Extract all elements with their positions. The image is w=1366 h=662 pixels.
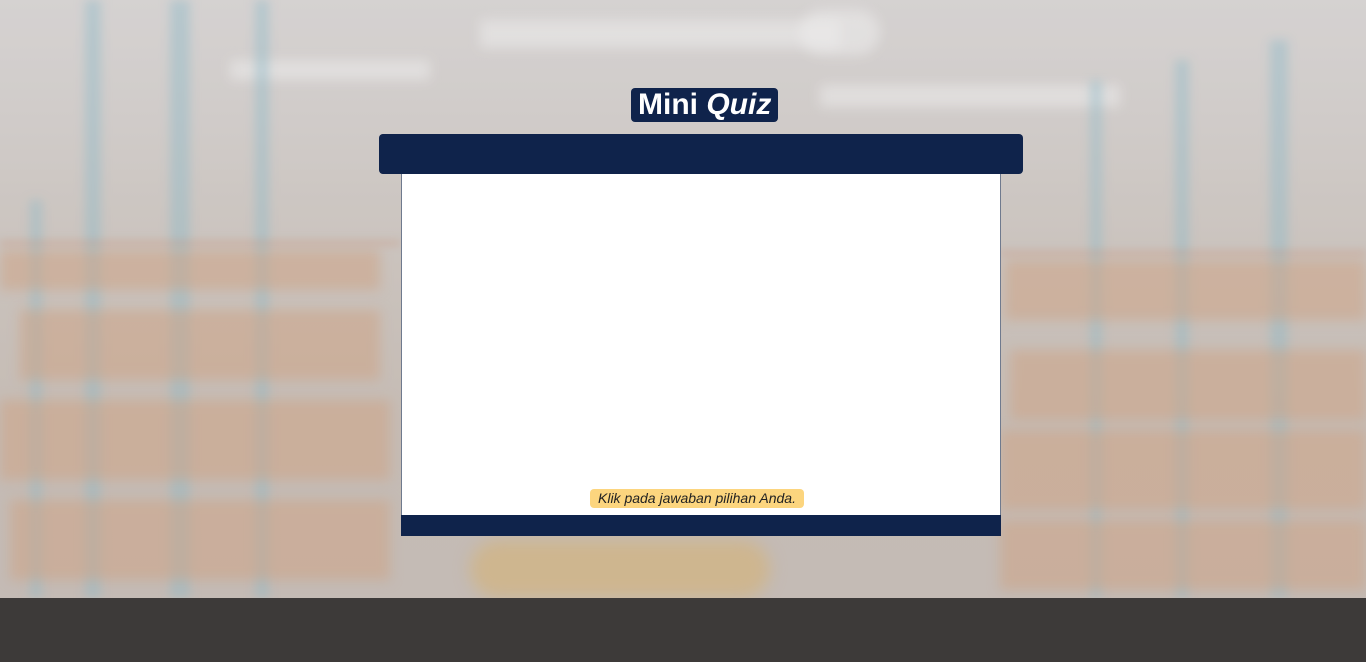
page-title: Mini Quiz <box>631 88 779 122</box>
quiz-header-bar <box>379 134 1023 174</box>
quiz-content-panel <box>401 174 1001 515</box>
quiz-instruction: Klik pada jawaban pilihan Anda. <box>590 489 804 508</box>
quiz-footer-bar <box>401 515 1001 536</box>
bottom-bar <box>0 598 1366 662</box>
quiz-page: Mini Quiz Klik pada jawaban pilihan Anda… <box>0 0 1366 662</box>
title-part-quiz: Quiz <box>706 88 772 121</box>
title-part-mini: Mini <box>638 88 698 121</box>
